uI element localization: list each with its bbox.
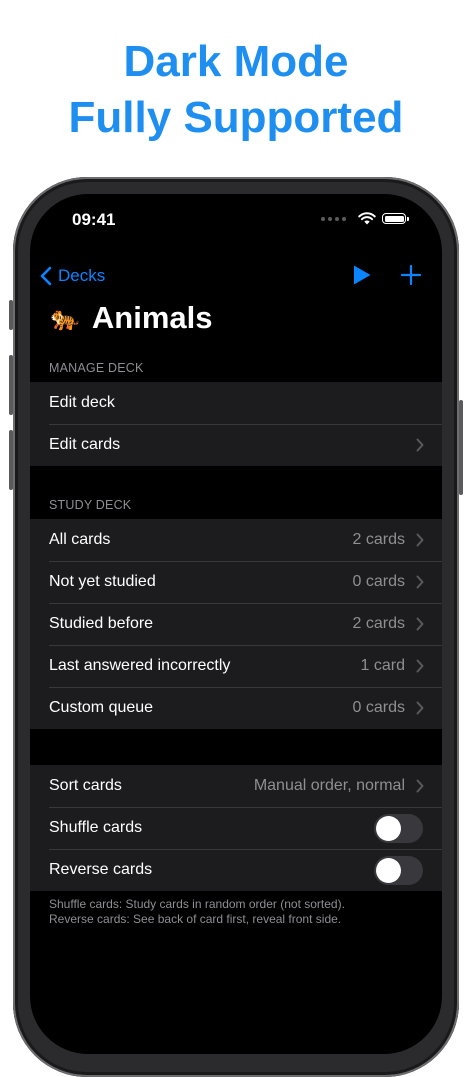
study-row-label: Studied before [49,615,154,632]
sort-cards-row[interactable]: Sort cards Manual order, normal [30,765,442,807]
chevron-right-icon [416,701,424,715]
tiger-emoji: 🐅 [50,304,80,332]
study-row-count: 1 card [360,657,405,674]
shuffle-cards-toggle[interactable] [374,814,423,843]
back-button[interactable]: Decks [40,254,105,298]
sort-cards-label: Sort cards [49,777,122,794]
add-icon[interactable] [400,264,422,286]
study-row-count: 0 cards [352,699,405,716]
custom-queue-row[interactable]: Custom queue 0 cards [30,687,442,729]
manage-deck-header: MANAGE DECK [49,361,144,375]
chevron-right-icon [416,438,424,452]
reverse-cards-row: Reverse cards [30,849,442,891]
not-yet-studied-row[interactable]: Not yet studied 0 cards [30,561,442,603]
edit-deck-row[interactable]: Edit deck [30,382,442,424]
chevron-right-icon [416,659,424,673]
page-title: 🐅 Animals [50,300,213,336]
edit-cards-row[interactable]: Edit cards [30,424,442,466]
promo-headline-line1: Dark Mode [123,37,349,86]
toggle-knob [376,858,401,883]
options-footer: Shuffle cards: Study cards in random ord… [49,897,429,927]
status-time: 09:41 [72,210,116,229]
edit-deck-label: Edit deck [49,394,115,411]
options-group: Sort cards Manual order, normal Shuffle … [30,765,442,891]
study-row-count: 2 cards [352,615,405,632]
promo-headline-line2: Fully Supported [68,93,404,142]
reverse-cards-toggle[interactable] [374,856,423,885]
manage-deck-group: Edit deck Edit cards [30,382,442,466]
status-icons [321,212,409,225]
study-row-label: Not yet studied [49,573,156,590]
dynamic-island [177,207,295,241]
study-row-label: Custom queue [49,699,154,716]
shuffle-cards-label: Shuffle cards [49,819,143,836]
study-row-count: 2 cards [352,531,405,548]
phone-volume-up-button [9,355,13,415]
navigation-bar: Decks [30,254,442,298]
shuffle-footnote: Shuffle cards: Study cards in random ord… [49,897,345,911]
chevron-right-icon [416,575,424,589]
study-deck-group: All cards 2 cards Not yet studied 0 card… [30,519,442,729]
all-cards-row[interactable]: All cards 2 cards [30,519,442,561]
edit-cards-label: Edit cards [49,436,121,453]
phone-power-button [459,400,463,495]
back-button-label: Decks [58,266,106,285]
phone-volume-down-button [9,430,13,490]
wifi-icon [358,212,376,225]
shuffle-cards-row: Shuffle cards [30,807,442,849]
battery-icon [382,213,409,224]
phone-action-button [9,300,13,330]
last-answered-incorrectly-row[interactable]: Last answered incorrectly 1 card [30,645,442,687]
study-deck-header: STUDY DECK [49,498,132,512]
sort-cards-value: Manual order, normal [253,777,405,794]
phone-screen: 09:41 Decks 🐅 Animals MANAGE DECK Edit d [30,194,442,1054]
chevron-right-icon [416,779,424,793]
chevron-right-icon [416,533,424,547]
study-row-label: Last answered incorrectly [49,657,231,674]
study-row-label: All cards [49,531,111,548]
play-icon[interactable] [352,264,372,286]
study-row-count: 0 cards [352,573,405,590]
reverse-cards-label: Reverse cards [49,861,153,878]
cellular-signal-icon [321,216,346,221]
toggle-knob [376,816,401,841]
chevron-left-icon [40,266,52,286]
deck-title: Animals [91,300,213,335]
reverse-footnote: Reverse cards: See back of card first, r… [49,912,342,926]
chevron-right-icon [416,617,424,631]
studied-before-row[interactable]: Studied before 2 cards [30,603,442,645]
